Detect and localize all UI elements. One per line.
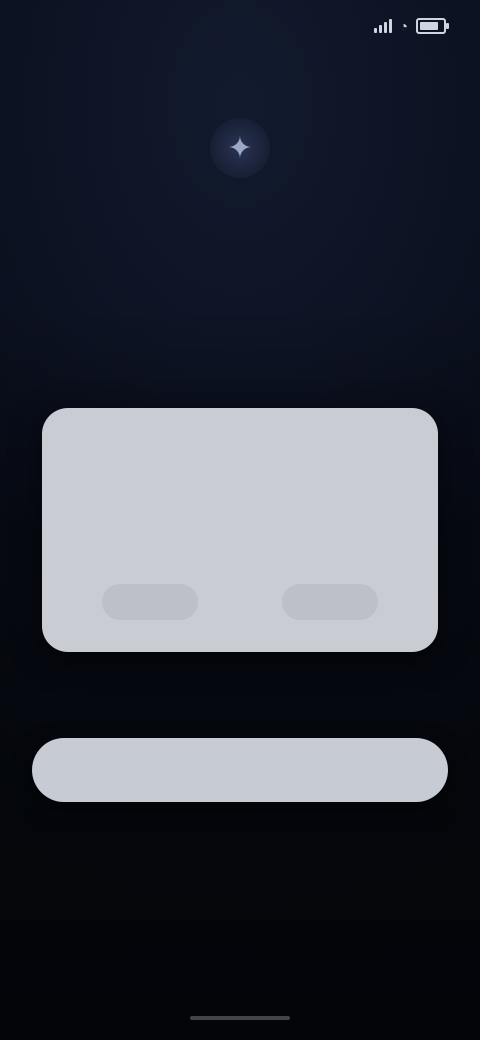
primary-action-button[interactable]: [32, 738, 448, 802]
status-right: ◔: [373, 18, 449, 34]
battery-icon: [416, 18, 449, 34]
dialog-actions: [42, 584, 438, 624]
status-left: [36, 10, 46, 36]
dialog-right-button[interactable]: [282, 584, 378, 620]
wifi-icon: ◔: [399, 18, 408, 34]
screen: ◔ ✦: [0, 0, 480, 1040]
sparkle-icon: ✦: [210, 118, 270, 178]
alert-dialog: [42, 408, 438, 652]
signal-icon: [373, 19, 392, 33]
status-bar: ◔: [0, 0, 480, 48]
dialog-left-button[interactable]: [102, 584, 198, 620]
home-indicator[interactable]: [190, 1016, 290, 1020]
